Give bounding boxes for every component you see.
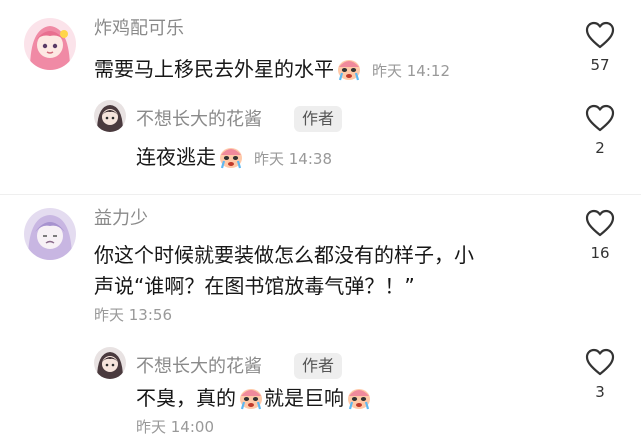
crying-emoji-icon	[346, 386, 372, 420]
comment-text-line: 声说“谁啊？在图书馆放毒气弹？！”	[94, 274, 415, 298]
comment-text-body: 需要马上移民去外星的水平	[94, 57, 334, 81]
reply-text-part: 就是巨响	[264, 386, 344, 410]
like-button[interactable]: 3	[578, 347, 622, 401]
heart-outline-icon	[585, 209, 615, 237]
reply-username[interactable]: 不想长大的花酱	[136, 352, 262, 378]
reply-time: 昨天 14:00	[136, 418, 214, 436]
reply-text-body: 连夜逃走	[136, 145, 216, 169]
crying-emoji-icon	[218, 145, 244, 179]
avatar[interactable]	[24, 208, 76, 260]
avatar[interactable]	[94, 347, 126, 379]
comment-item: 益力少 你这个时候就要装做怎么都没有的样子，小 声说“谁啊？在图书馆放毒气弹？！…	[0, 195, 641, 444]
comment-time: 昨天 14:12	[372, 62, 450, 80]
avatar[interactable]	[24, 18, 76, 70]
like-count: 2	[595, 139, 605, 157]
username[interactable]: 炸鸡配可乐	[94, 14, 184, 40]
like-button[interactable]: 16	[578, 208, 622, 262]
avatar[interactable]	[94, 100, 126, 132]
crying-emoji-icon	[336, 57, 362, 91]
comment-time: 昨天 13:56	[94, 306, 172, 324]
username[interactable]: 益力少	[94, 204, 148, 230]
reply-text: 不臭，真的 就是巨响	[136, 381, 372, 420]
reply-time: 昨天 14:38	[254, 150, 332, 168]
like-button[interactable]: 57	[578, 20, 622, 74]
reply-text: 连夜逃走 昨天 14:38	[136, 140, 332, 179]
crying-emoji-icon	[238, 386, 264, 420]
like-count: 3	[595, 383, 605, 401]
author-badge: 作者	[294, 106, 343, 132]
like-count: 57	[590, 56, 610, 74]
heart-outline-icon	[585, 104, 615, 132]
like-count: 16	[590, 244, 610, 262]
comment-item: 炸鸡配可乐 需要马上移民去外星的水平 昨天 14:12 57 不想长大的花酱 作者…	[0, 0, 641, 195]
reply-username[interactable]: 不想长大的花酱	[136, 105, 262, 131]
heart-outline-icon	[585, 21, 615, 49]
heart-outline-icon	[585, 348, 615, 376]
comment-text-line: 你这个时候就要装做怎么都没有的样子，小	[94, 243, 474, 267]
reply-text-part: 不臭，真的	[136, 386, 236, 410]
author-badge: 作者	[294, 353, 343, 379]
comment-text: 需要马上移民去外星的水平 昨天 14:12	[94, 52, 450, 91]
like-button[interactable]: 2	[578, 103, 622, 157]
